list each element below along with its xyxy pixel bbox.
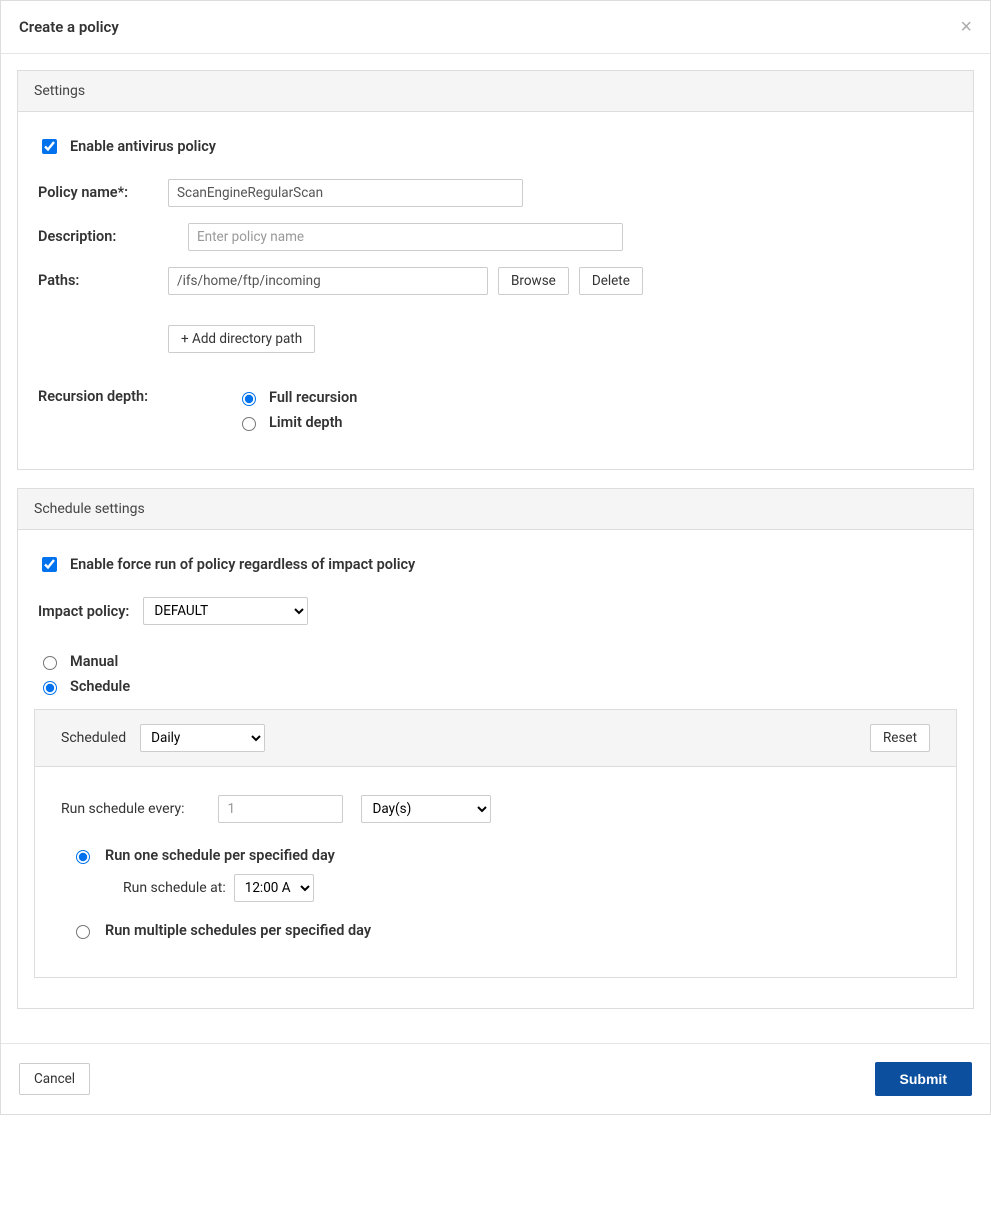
enable-antivirus-label: Enable antivirus policy	[70, 138, 216, 155]
description-row: Description:	[38, 223, 953, 251]
run-one-radio[interactable]	[76, 850, 90, 864]
path-input[interactable]	[168, 267, 488, 295]
modal-body: Settings Enable antivirus policy Policy …	[1, 54, 990, 1043]
recursion-full-radio[interactable]	[242, 392, 256, 406]
run-at-label: Run schedule at:	[123, 880, 226, 896]
settings-heading: Settings	[18, 71, 973, 112]
scheduled-label: Scheduled	[61, 730, 126, 746]
run-every-input[interactable]	[218, 795, 343, 823]
recursion-full-label: Full recursion	[269, 389, 357, 406]
mode-manual-radio[interactable]	[43, 656, 57, 670]
modal-header: Create a policy ×	[1, 1, 990, 54]
settings-panel: Settings Enable antivirus policy Policy …	[17, 70, 974, 470]
policy-name-label: Policy name*:	[38, 179, 168, 201]
schedule-panel: Schedule settings Enable force run of po…	[17, 488, 974, 1009]
modal-title: Create a policy	[19, 18, 119, 36]
run-every-row: Run schedule every: Day(s)	[61, 795, 930, 823]
run-at-select[interactable]: 12:00 AM	[234, 874, 314, 902]
add-path-row: + Add directory path	[168, 325, 953, 353]
policy-name-row: Policy name*:	[38, 179, 953, 207]
add-directory-path-button[interactable]: + Add directory path	[168, 325, 315, 353]
run-every-label: Run schedule every:	[61, 801, 184, 817]
enable-antivirus-row: Enable antivirus policy	[38, 136, 953, 157]
force-run-row: Enable force run of policy regardless of…	[38, 554, 953, 575]
close-icon[interactable]: ×	[960, 17, 972, 37]
create-policy-modal: Create a policy × Settings Enable antivi…	[0, 0, 991, 1115]
recursion-limit-item: Limit depth	[237, 414, 953, 431]
paths-label: Paths:	[38, 267, 168, 289]
run-one-label: Run one schedule per specified day	[105, 847, 335, 864]
modal-footer: Cancel Submit	[1, 1043, 990, 1114]
force-run-checkbox[interactable]	[42, 557, 57, 572]
mode-manual-label: Manual	[70, 653, 118, 670]
schedule-box: Scheduled Daily Reset Run schedule every…	[34, 709, 957, 978]
schedule-box-head: Scheduled Daily Reset	[35, 710, 956, 767]
schedule-body: Enable force run of policy regardless of…	[18, 530, 973, 1008]
schedule-box-body: Run schedule every: Day(s) Run one sched…	[35, 767, 956, 977]
impact-policy-row: Impact policy: DEFAULT	[38, 597, 953, 625]
submit-button[interactable]: Submit	[875, 1062, 972, 1096]
run-every-unit-select[interactable]: Day(s)	[361, 795, 491, 823]
reset-button[interactable]: Reset	[870, 724, 930, 752]
mode-manual-item: Manual	[38, 653, 953, 670]
description-label: Description:	[38, 223, 168, 245]
force-run-label: Enable force run of policy regardless of…	[70, 556, 415, 573]
mode-schedule-item: Schedule	[38, 678, 953, 695]
run-multi-item: Run multiple schedules per specified day	[71, 922, 930, 939]
cancel-button[interactable]: Cancel	[19, 1063, 90, 1095]
enable-antivirus-checkbox[interactable]	[42, 139, 57, 154]
recursion-label: Recursion depth:	[38, 383, 203, 405]
impact-policy-label: Impact policy:	[38, 603, 129, 620]
recursion-full-item: Full recursion	[237, 389, 953, 406]
schedule-heading: Schedule settings	[18, 489, 973, 530]
run-one-item: Run one schedule per specified day	[71, 847, 930, 864]
run-multi-radio[interactable]	[76, 925, 90, 939]
scheduled-select[interactable]: Daily	[140, 724, 265, 752]
description-input[interactable]	[188, 223, 623, 251]
browse-button[interactable]: Browse	[498, 267, 569, 295]
mode-schedule-radio[interactable]	[43, 681, 57, 695]
recursion-limit-label: Limit depth	[269, 414, 343, 431]
policy-name-input[interactable]	[168, 179, 523, 207]
run-multi-label: Run multiple schedules per specified day	[105, 922, 371, 939]
run-at-row: Run schedule at: 12:00 AM	[123, 874, 930, 902]
settings-body: Enable antivirus policy Policy name*: De…	[18, 112, 973, 469]
paths-row: Paths: Browse Delete	[38, 267, 953, 295]
schedule-mode-group: Manual Schedule	[38, 653, 953, 695]
impact-policy-select[interactable]: DEFAULT	[143, 597, 308, 625]
recursion-limit-radio[interactable]	[242, 417, 256, 431]
recursion-row: Recursion depth: Full recursion Limit de…	[38, 383, 953, 439]
mode-schedule-label: Schedule	[70, 678, 130, 695]
delete-path-button[interactable]: Delete	[579, 267, 643, 295]
